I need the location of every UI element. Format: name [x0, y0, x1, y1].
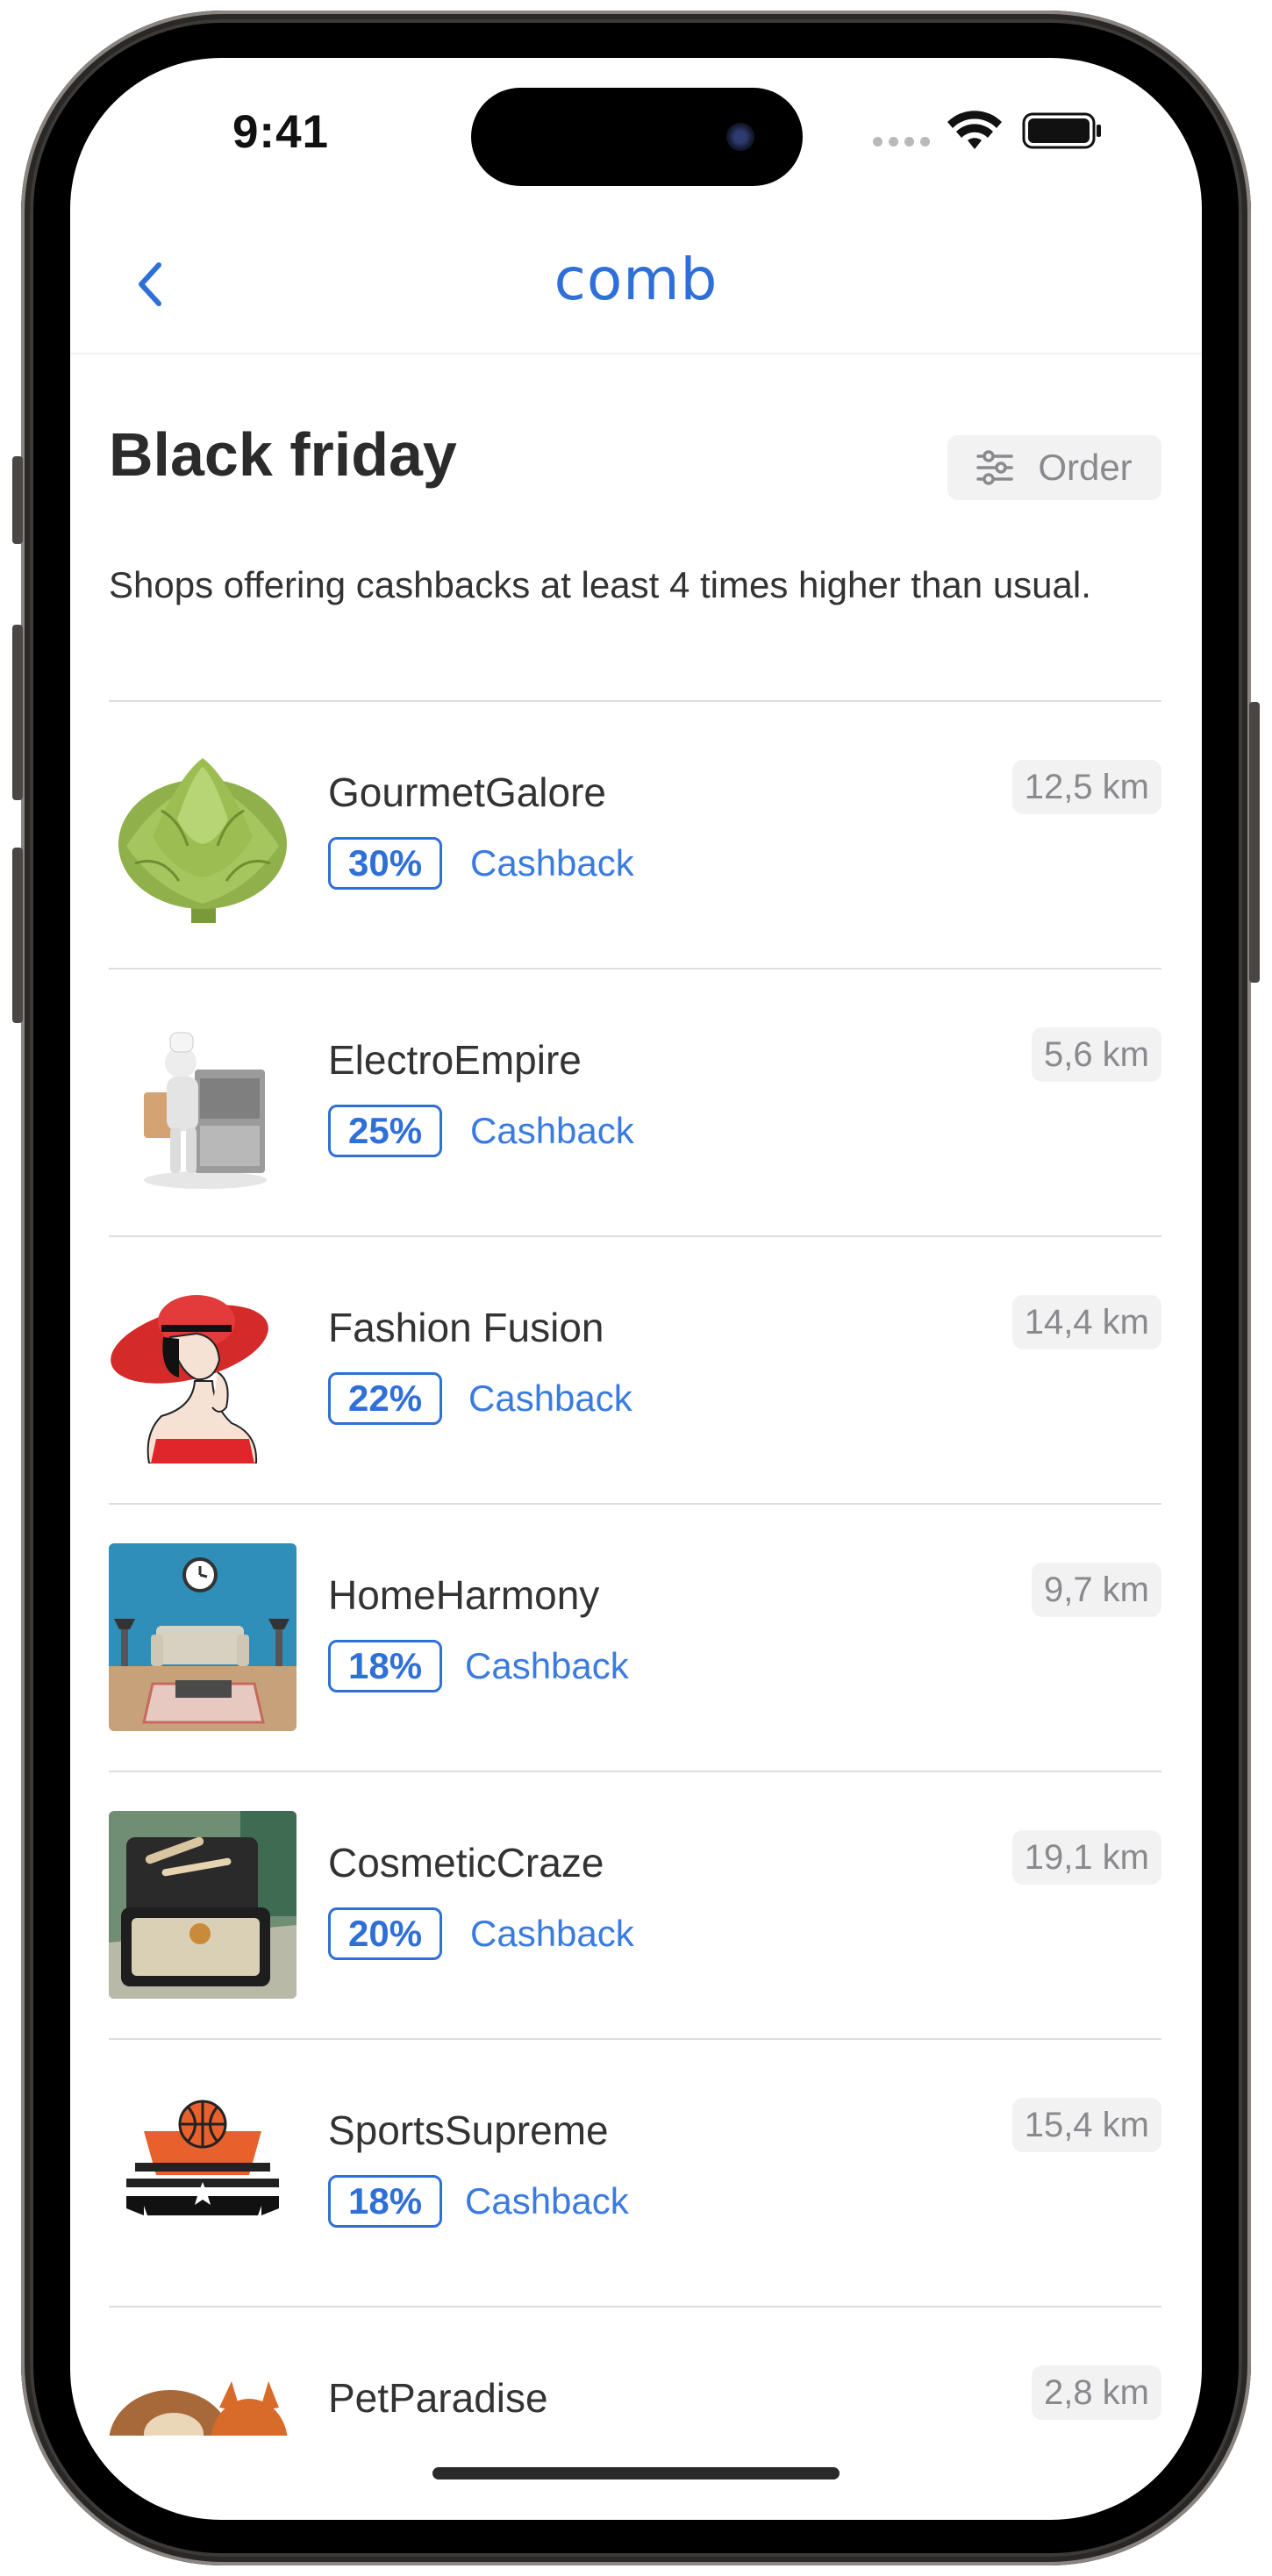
cellular-signal-icon: [873, 137, 930, 147]
page-subtitle: Shops offering cashbacks at least 4 time…: [109, 564, 1091, 605]
shop-image-chef-appliance: [109, 1008, 297, 1196]
distance-chip: 12,5 km: [1011, 760, 1161, 814]
shop-image-woman-red-hat: [109, 1276, 297, 1463]
list-item[interactable]: Fashion Fusion 22% Cashback 14,4 km: [109, 1237, 1161, 1505]
distance-chip: 14,4 km: [1011, 1295, 1161, 1349]
cashback-label: Cashback: [468, 1377, 632, 1419]
distance-chip: 5,6 km: [1031, 1027, 1161, 1082]
cashback-badge: 18%: [328, 2175, 443, 2228]
battery-icon: [1022, 112, 1101, 149]
shop-image-basketball-logo: [109, 2079, 297, 2266]
cashback-label: Cashback: [470, 1110, 634, 1151]
home-indicator[interactable]: [432, 2467, 840, 2479]
cashback-badge: 25%: [328, 1105, 443, 1157]
shop-name: PetParadise: [328, 2375, 548, 2421]
cashback-badge: 20%: [328, 1907, 443, 1960]
shop-name: HomeHarmony: [328, 1572, 600, 1618]
list-item[interactable]: CosmeticCraze 20% Cashback 19,1 km: [109, 1772, 1161, 2040]
shop-image-cosmetics-case: [109, 1811, 297, 1999]
shop-image-living-room: [109, 1543, 297, 1731]
distance-chip: 19,1 km: [1011, 1830, 1161, 1885]
shop-name: CosmeticCraze: [328, 1840, 604, 1885]
volume-up-button: [12, 625, 23, 800]
distance-chip: 2,8 km: [1031, 2365, 1161, 2420]
page-title: Black friday: [109, 420, 457, 489]
screen: 9:41 comb Black friday Order Shops offer…: [70, 58, 1202, 2520]
cashback-badge: 18%: [328, 1640, 443, 1692]
brand-logo: comb: [554, 246, 718, 313]
sliders-icon: [976, 450, 1014, 485]
distance-chip: 15,4 km: [1011, 2098, 1161, 2152]
cashback-label: Cashback: [465, 2180, 629, 2222]
shop-name: SportsSupreme: [328, 2107, 609, 2153]
cashback-badge: 30%: [328, 837, 443, 890]
volume-down-button: [12, 848, 23, 1023]
distance-chip: 9,7 km: [1031, 1563, 1161, 1617]
dynamic-island: [471, 88, 803, 186]
shop-image-pets: [109, 2346, 297, 2436]
list-item[interactable]: GourmetGalore 30% Cashback 12,5 km: [109, 702, 1161, 970]
shop-list: GourmetGalore 30% Cashback 12,5 km Elect…: [109, 702, 1161, 2436]
status-time: 9:41: [232, 106, 330, 158]
list-item[interactable]: SportsSupreme 18% Cashback 15,4 km: [109, 2040, 1161, 2308]
list-item[interactable]: ElectroEmpire 25% Cashback 5,6 km: [109, 970, 1161, 1237]
mute-switch: [12, 456, 23, 544]
shop-name: Fashion Fusion: [328, 1305, 604, 1350]
cashback-label: Cashback: [470, 842, 634, 884]
power-button: [1249, 702, 1260, 983]
cashback-badge: 22%: [328, 1372, 443, 1425]
order-label: Order: [1038, 447, 1133, 488]
shop-name: ElectroEmpire: [328, 1037, 582, 1083]
cashback-label: Cashback: [465, 1645, 629, 1686]
front-camera: [726, 123, 754, 151]
list-item[interactable]: PetParadise 2,8 km: [109, 2308, 1161, 2436]
shop-image-artichoke: [109, 741, 297, 928]
wifi-icon: [947, 111, 1002, 149]
list-item[interactable]: HomeHarmony 18% Cashback 9,7 km: [109, 1505, 1161, 1772]
shop-name: GourmetGalore: [328, 769, 607, 815]
cashback-label: Cashback: [470, 1913, 634, 1954]
order-button[interactable]: Order: [947, 435, 1161, 500]
nav-bar: comb: [70, 223, 1202, 354]
